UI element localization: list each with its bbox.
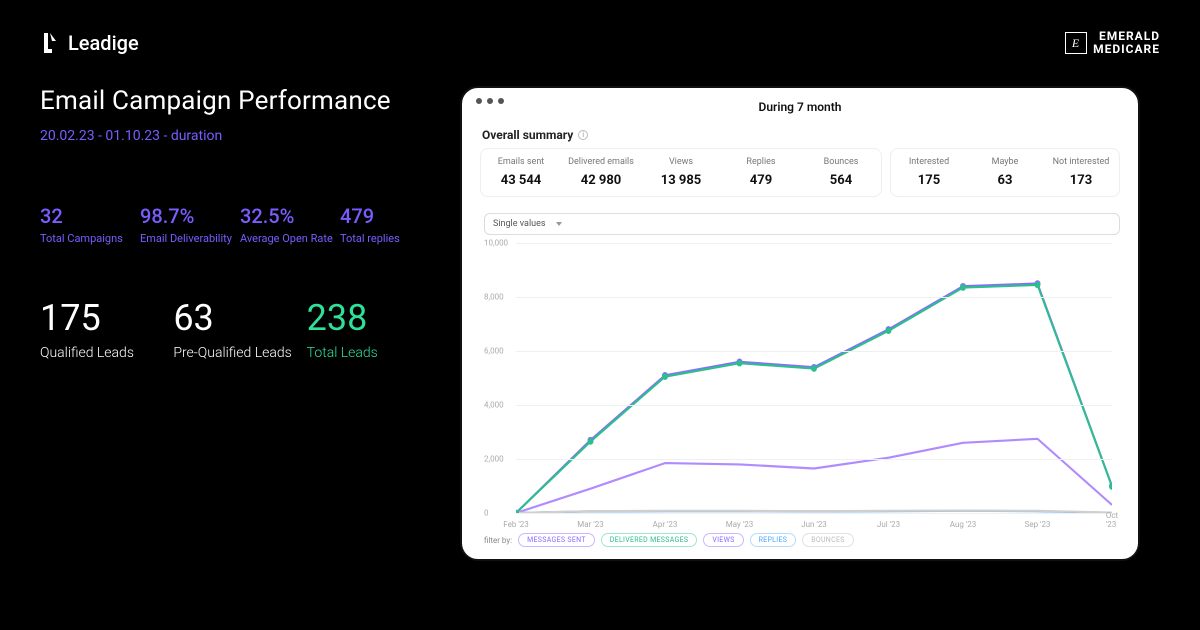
stat-delivered: Delivered emails42 980	[561, 149, 641, 196]
series-point	[1035, 282, 1041, 288]
stat-replies: Replies479	[721, 149, 801, 196]
stat-not-interested: Not interested173	[1043, 149, 1119, 196]
chart-mode-dropdown[interactable]: Single values	[484, 213, 1120, 235]
series-line	[516, 284, 1112, 514]
series-point	[588, 439, 594, 445]
chart-area: 02,0004,0006,0008,00010,000Feb '23Mar '2…	[484, 243, 1116, 527]
x-tick-label: Sep '23	[1025, 520, 1051, 529]
metric-value: 175	[40, 297, 173, 339]
metric-value: 32	[40, 204, 140, 228]
leadige-mark-icon	[40, 31, 60, 55]
series-point	[662, 374, 668, 380]
metric-open-rate: 32.5% Average Open Rate	[240, 204, 340, 246]
series-point	[737, 360, 743, 366]
summary-heading-text: Overall summary	[482, 128, 573, 142]
metric-value: 479	[340, 204, 440, 228]
chevron-down-icon	[556, 222, 562, 226]
emerald-mark-icon: E	[1065, 32, 1087, 54]
x-tick-label: Mar '23	[577, 520, 603, 529]
series-line	[516, 285, 1112, 513]
series-point	[811, 366, 817, 372]
metric-label: Average Open Rate	[240, 232, 340, 246]
filter-label: filter by:	[484, 536, 512, 545]
y-tick-label: 2,000	[484, 455, 504, 464]
metric-value: 98.7%	[140, 204, 240, 228]
metric-label: Pre-Qualified Leads	[173, 345, 306, 361]
metric-value: 238	[307, 297, 440, 339]
summary-panel: During 7 month Overall summary i Emails …	[460, 86, 1140, 561]
y-tick-label: 0	[484, 509, 489, 518]
y-tick-label: 8,000	[484, 293, 504, 302]
metric-label: Total replies	[340, 232, 440, 246]
metric-value: 32.5%	[240, 204, 340, 228]
brand-logo-left: Leadige	[40, 31, 139, 55]
metric-total-campaigns: 32 Total Campaigns	[40, 204, 140, 246]
window-dots-icon	[476, 98, 504, 104]
date-range: 20.02.23 - 01.10.23 - duration	[40, 128, 440, 144]
x-tick-label: Jun '23	[801, 520, 827, 529]
metric-qualified-leads: 175 Qualified Leads	[40, 297, 173, 361]
y-tick-label: 6,000	[484, 347, 504, 356]
metric-label: Total Leads	[307, 345, 440, 361]
line-chart	[516, 243, 1112, 513]
stats-side-group: Interested175 Maybe63 Not interested173	[890, 148, 1120, 197]
metrics-large-row: 175 Qualified Leads 63 Pre-Qualified Lea…	[40, 297, 440, 361]
series-line	[516, 439, 1112, 513]
filter-views[interactable]: VIEWS	[703, 533, 743, 547]
stat-bounces: Bounces564	[801, 149, 881, 196]
x-tick-label: Aug '23	[950, 520, 976, 529]
summary-heading: Overall summary i	[482, 128, 1118, 142]
y-tick-label: 4,000	[484, 401, 504, 410]
metric-total-leads: 238 Total Leads	[307, 297, 440, 361]
metrics-small-row: 32 Total Campaigns 98.7% Email Deliverab…	[40, 204, 440, 246]
filter-row: filter by: MESSAGES SENT DELIVERED MESSA…	[480, 533, 1120, 547]
series-point	[960, 285, 966, 291]
y-tick-label: 10,000	[484, 239, 508, 248]
stats-main-group: Emails sent43 544 Delivered emails42 980…	[480, 148, 882, 197]
filter-replies[interactable]: REPLIES	[750, 533, 797, 547]
x-tick-label: Oct '23	[1106, 511, 1118, 529]
metric-value: 63	[173, 297, 306, 339]
series-point	[1109, 484, 1112, 490]
brand-right-line2: MEDICARE	[1093, 43, 1160, 56]
page-title: Email Campaign Performance	[40, 86, 440, 116]
metric-deliverability: 98.7% Email Deliverability	[140, 204, 240, 246]
metric-prequalified-leads: 63 Pre-Qualified Leads	[173, 297, 306, 361]
brand-logo-right: E EMERALD MEDICARE	[1065, 30, 1160, 56]
metric-label: Qualified Leads	[40, 345, 173, 361]
filter-bounces[interactable]: BOUNCES	[802, 533, 854, 547]
metric-total-replies: 479 Total replies	[340, 204, 440, 246]
filter-messages-sent[interactable]: MESSAGES SENT	[518, 533, 595, 547]
metric-label: Total Campaigns	[40, 232, 140, 246]
x-tick-label: Jul '23	[877, 520, 900, 529]
x-tick-label: Feb '23	[503, 520, 528, 529]
filter-delivered[interactable]: DELIVERED MESSAGES	[601, 533, 698, 547]
info-icon[interactable]: i	[578, 130, 588, 140]
stat-maybe: Maybe63	[967, 149, 1043, 196]
stat-interested: Interested175	[891, 149, 967, 196]
metric-label: Email Deliverability	[140, 232, 240, 246]
stat-views: Views13 985	[641, 149, 721, 196]
brand-name-left: Leadige	[68, 31, 139, 55]
panel-top-title: During 7 month	[480, 100, 1120, 114]
dropdown-label: Single values	[493, 219, 546, 229]
stat-emails-sent: Emails sent43 544	[481, 149, 561, 196]
x-tick-label: Apr '23	[653, 520, 678, 529]
series-point	[886, 328, 892, 334]
x-tick-label: May '23	[726, 520, 753, 529]
